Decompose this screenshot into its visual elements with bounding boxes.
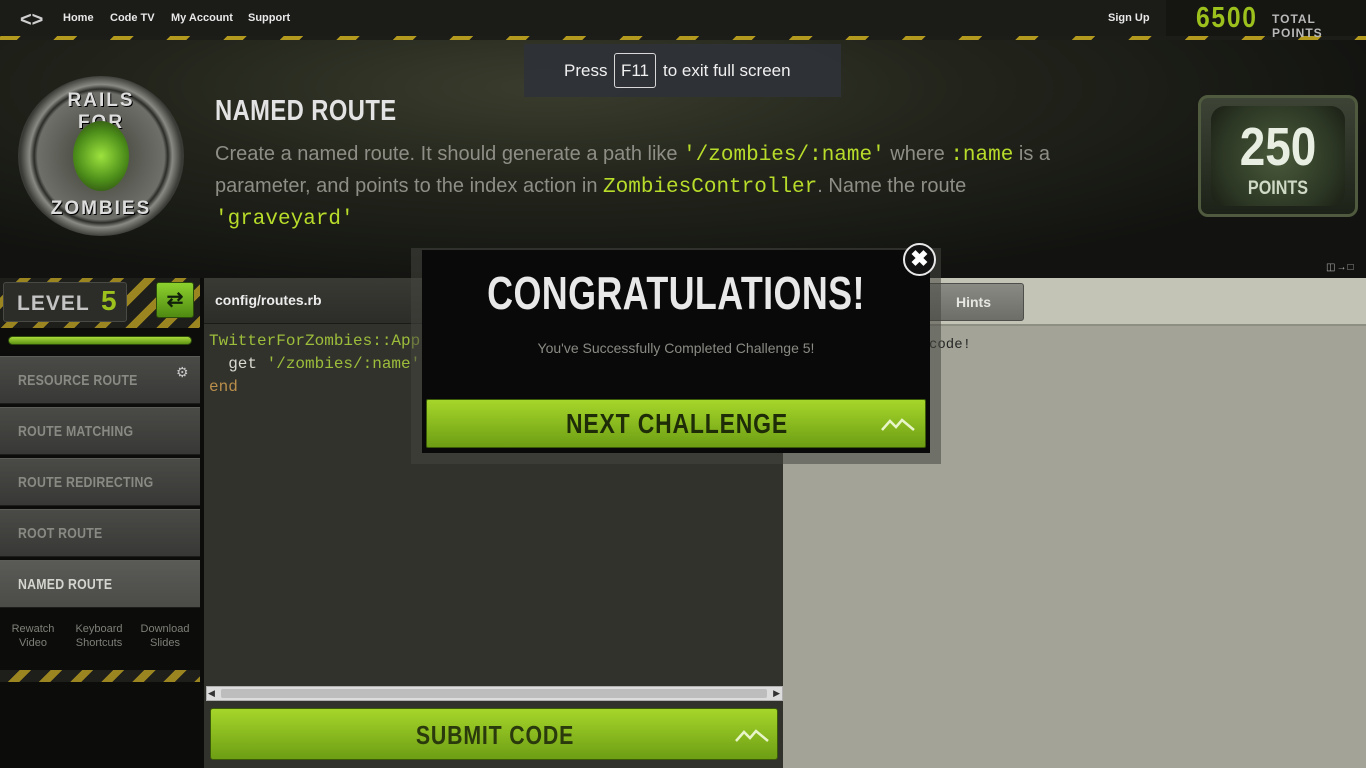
download-slides-link[interactable]: Download Slides bbox=[132, 622, 198, 650]
rewatch-video-line2: Video bbox=[19, 637, 47, 649]
nav-home-link[interactable]: Home bbox=[63, 12, 94, 24]
gear-icon: ⚙ bbox=[176, 364, 189, 380]
code-line-1: TwitterForZombies::App bbox=[209, 332, 421, 350]
rewatch-video-line1: Rewatch bbox=[11, 623, 55, 635]
keyboard-shortcuts-line2: Shortcuts bbox=[75, 637, 123, 649]
fullscreen-press-text: Press bbox=[564, 61, 608, 80]
challenge-title: NAMED ROUTE bbox=[215, 95, 397, 127]
sidebar-item-route-redirecting[interactable]: ROUTE REDIRECTING bbox=[0, 458, 200, 506]
total-points-label: TOTAL POINTS bbox=[1272, 12, 1323, 40]
total-points-value: 6500 bbox=[1196, 2, 1258, 34]
code-school-logo-icon[interactable]: <> bbox=[20, 9, 43, 31]
sidebar-item-root-route[interactable]: ROOT ROUTE bbox=[0, 509, 200, 557]
close-icon[interactable]: ✖ bbox=[903, 243, 936, 276]
sidebar-item-label: NAMED ROUTE bbox=[18, 576, 113, 593]
challenge-desc-text-1: Create a named route. It should generate… bbox=[215, 143, 684, 165]
modal-title: CONGRATULATIONS! bbox=[487, 267, 865, 319]
sidebar-item-label: RESOURCE ROUTE bbox=[18, 372, 138, 389]
code-line-2-string: '/zombies/:name' bbox=[266, 355, 421, 373]
total-points-display: 6500 TOTAL POINTS bbox=[1166, 0, 1366, 40]
next-challenge-button[interactable]: NEXT CHALLENGE bbox=[426, 399, 926, 448]
challenge-sidebar: LEVEL 5 ⇄ RESOURCE ROUTE ⚙ ROUTE MATCHIN… bbox=[0, 278, 204, 768]
congratulations-modal: CONGRATULATIONS! You've Successfully Com… bbox=[422, 250, 930, 453]
challenge-desc-code-2: :name bbox=[950, 144, 1014, 167]
rewatch-video-link[interactable]: Rewatch Video bbox=[0, 622, 66, 650]
zombie-skull-icon bbox=[73, 121, 129, 191]
modal-subtitle: You've Successfully Completed Challenge … bbox=[537, 340, 815, 356]
code-line-2-prefix: get bbox=[209, 355, 267, 373]
next-challenge-label: NEXT CHALLENGE bbox=[566, 408, 788, 439]
keyboard-shortcuts-link[interactable]: Keyboard Shortcuts bbox=[66, 622, 132, 650]
level-badge: LEVEL 5 bbox=[3, 282, 127, 322]
download-slides-line1: Download bbox=[140, 623, 190, 635]
challenge-description: Create a named route. It should generate… bbox=[215, 139, 1105, 235]
level-number: 5 bbox=[101, 285, 117, 316]
sidebar-item-route-matching[interactable]: ROUTE MATCHING bbox=[0, 407, 200, 455]
sidebar-hazard-stripe bbox=[0, 670, 200, 682]
tv-screen: 250 POINTS bbox=[1211, 106, 1345, 206]
challenge-desc-code-3: ZombiesController bbox=[603, 176, 818, 199]
submit-code-label: SUBMIT CODE bbox=[415, 720, 575, 750]
level-label: LEVEL bbox=[17, 292, 90, 315]
scroll-left-arrow-icon[interactable]: ◀ bbox=[208, 688, 215, 699]
panel-resize-controls[interactable]: ◫→□ bbox=[1326, 262, 1355, 273]
sidebar-item-resource-route[interactable]: RESOURCE ROUTE bbox=[0, 356, 200, 404]
level-bar: LEVEL 5 ⇄ bbox=[0, 278, 200, 328]
challenge-desc-code-4: 'graveyard' bbox=[215, 208, 354, 231]
editor-horizontal-scrollbar[interactable]: ◀ ▶ bbox=[206, 686, 783, 701]
fullscreen-key-badge: F11 bbox=[614, 53, 656, 88]
challenge-points-label: POINTS bbox=[1247, 178, 1309, 199]
challenge-points-tv: 250 POINTS bbox=[1198, 95, 1358, 217]
sidebar-item-label: ROOT ROUTE bbox=[18, 525, 103, 542]
scrollbar-thumb[interactable] bbox=[221, 689, 767, 698]
submit-code-button[interactable]: SUBMIT CODE bbox=[210, 708, 778, 760]
challenge-desc-text-2: where bbox=[884, 143, 951, 165]
swap-arrows-icon[interactable]: ⇄ bbox=[156, 282, 194, 318]
challenge-points-value: 250 bbox=[1239, 117, 1317, 177]
sidebar-item-named-route[interactable]: NAMED ROUTE bbox=[0, 560, 200, 608]
fullscreen-notice: Press F11 to exit full screen bbox=[524, 44, 841, 97]
code-line-3: end bbox=[209, 378, 238, 396]
sidebar-item-label: ROUTE REDIRECTING bbox=[18, 474, 154, 491]
fullscreen-rest-text: to exit full screen bbox=[663, 61, 791, 80]
mountain-icon bbox=[881, 418, 915, 431]
top-navigation-bar: <> Home Code TV My Account Support Sign … bbox=[0, 0, 1366, 40]
course-badge-text-bottom: ZOMBIES bbox=[50, 198, 152, 219]
nav-my-account-link[interactable]: My Account bbox=[171, 12, 233, 24]
nav-support-link[interactable]: Support bbox=[248, 12, 290, 24]
course-badge[interactable]: RAILS FOR ZOMBIES bbox=[18, 76, 184, 236]
nav-sign-up-link[interactable]: Sign Up bbox=[1108, 12, 1150, 24]
scroll-right-arrow-icon[interactable]: ▶ bbox=[773, 688, 780, 699]
mountain-icon bbox=[735, 729, 769, 742]
code-input-area[interactable]: TwitterForZombies::App get '/zombies/:na… bbox=[209, 330, 420, 399]
level-progress-bar bbox=[8, 336, 192, 345]
sidebar-item-label: ROUTE MATCHING bbox=[18, 423, 134, 440]
download-slides-line2: Slides bbox=[150, 637, 180, 649]
nav-code-tv-link[interactable]: Code TV bbox=[110, 12, 155, 24]
editor-file-tab[interactable]: config/routes.rb bbox=[215, 292, 322, 308]
challenge-desc-text-4: . Name the route bbox=[817, 175, 967, 197]
keyboard-shortcuts-line1: Keyboard bbox=[75, 623, 123, 635]
challenge-desc-code-1: '/zombies/:name' bbox=[683, 144, 885, 167]
